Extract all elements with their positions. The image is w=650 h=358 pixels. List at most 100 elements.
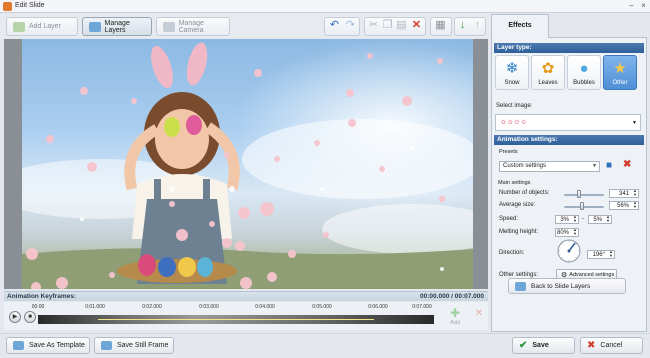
select-image-box[interactable]: ✿ ✿ ✿ ✿ ▼ <box>495 114 641 131</box>
direction-label: Direction: <box>499 250 525 256</box>
number-of-objects-label: Number of objects: <box>499 190 550 196</box>
effects-panel: Effects Layer type: ❄ Snow ✿ Leaves ● Bu… <box>491 14 647 332</box>
layer-type-header: Layer type: <box>494 43 644 53</box>
cancel-icon: ✖ <box>587 340 596 351</box>
move-up-icon[interactable]: ↑ <box>471 19 484 32</box>
add-layer-button[interactable]: Add Layer <box>6 17 78 36</box>
manage-camera-button[interactable]: Manage Camera <box>156 17 230 36</box>
keyframes-time: 00:00.000 / 00:07.000 <box>420 293 484 300</box>
bottom-bar: Save As Template Save Still Frame ✔ Save… <box>0 333 650 358</box>
align-icon[interactable]: ▦ <box>434 19 447 32</box>
tab-effects[interactable]: Effects <box>491 14 549 38</box>
undo-icon[interactable]: ↶ <box>328 19 341 32</box>
timeline-ruler[interactable]: 00:00 0:01.000 0:02.000 0:03.000 0:04.00… <box>32 304 434 330</box>
speed-label: Speed: <box>499 216 519 222</box>
save-as-template-button[interactable]: Save As Template <box>6 337 90 354</box>
melting-height-input[interactable]: 80% ▲ ▼ <box>555 228 579 237</box>
shapes-icon: ★ <box>613 60 627 77</box>
presets-label: Presets <box>499 149 518 155</box>
paste-icon[interactable]: ▤ <box>395 19 408 32</box>
tick-label: 0:01.000 <box>85 304 105 310</box>
spinner-arrows-icon: ▲ ▼ <box>633 200 637 209</box>
spinner-arrows-icon: ▲ ▼ <box>573 227 577 236</box>
number-of-objects-input[interactable]: 341 ▲ ▼ <box>609 189 639 198</box>
tick-label: 0:02.000 <box>142 304 162 310</box>
remove-keyframe-icon: ✕ <box>474 308 484 319</box>
title-bar: Edit Slide – × <box>0 0 650 13</box>
back-to-slide-layers-button[interactable]: Back to Slide Layers <box>508 278 626 294</box>
app-icon <box>3 2 12 11</box>
layer-type-snow[interactable]: ❄ Snow <box>495 55 529 90</box>
save-button[interactable]: ✔ Save <box>512 337 575 354</box>
number-slider-track[interactable] <box>564 194 604 196</box>
cancel-button[interactable]: ✖ Cancel <box>580 337 643 354</box>
layer-type-bubbles[interactable]: ● Bubbles <box>567 55 601 90</box>
petal-image-thumbnails: ✿ ✿ ✿ ✿ <box>501 120 527 126</box>
average-size-input[interactable]: 56% ▲ ▼ <box>609 201 639 210</box>
spinner-arrows-icon: ▲ ▼ <box>573 214 577 223</box>
leaf-icon: ✿ <box>541 60 555 77</box>
play-button[interactable]: ▶ <box>9 311 21 323</box>
stop-button[interactable]: ■ <box>24 311 36 323</box>
slide-photo[interactable] <box>22 39 473 289</box>
tick-label: 00:00 <box>31 304 45 310</box>
layers-icon <box>89 21 101 32</box>
animation-keyframes-bar: Animation Keyframes: 00:00.000 / 00:07.0… <box>4 291 488 301</box>
camera-icon <box>163 21 175 32</box>
tick-label: 0:07.000 <box>412 304 432 310</box>
redo-icon[interactable]: ↷ <box>344 19 357 32</box>
toolbar: Add Layer Manage Layers Manage Camera ↶ … <box>0 14 490 38</box>
frame-icon <box>101 341 112 350</box>
tick-label: 0:03.000 <box>199 304 219 310</box>
layer-type-other[interactable]: ★ Other <box>603 55 637 90</box>
template-icon <box>13 341 24 350</box>
chevron-down-icon: ▼ <box>592 163 597 169</box>
add-keyframe-icon: ✚ <box>449 306 461 320</box>
tick-label: 0:04.000 <box>255 304 275 310</box>
minimize-button[interactable]: – <box>626 1 637 11</box>
move-down-icon[interactable]: ↓ <box>456 19 469 32</box>
tick-label: 0:06.000 <box>368 304 388 310</box>
add-keyframe-button[interactable]: ✚ Add <box>445 307 465 329</box>
spinner-arrows-icon: ▲ ▼ <box>609 249 613 258</box>
preset-dropdown[interactable]: Custom settings ▼ <box>499 161 600 172</box>
check-icon: ✔ <box>519 340 528 351</box>
copy-icon[interactable]: ❐ <box>381 19 394 32</box>
add-layer-icon <box>13 21 25 32</box>
spinner-arrows-icon: ▲ ▼ <box>633 188 637 197</box>
keyframes-label: Animation Keyframes: <box>7 293 76 300</box>
delete-preset-icon[interactable]: ✖ <box>623 159 631 170</box>
average-size-label: Average size: <box>499 202 536 208</box>
number-slider-thumb[interactable] <box>577 190 581 198</box>
size-slider-thumb[interactable] <box>580 202 584 210</box>
remove-keyframe-button[interactable]: ✕ <box>469 307 489 329</box>
spinner-arrows-icon: ▲ ▼ <box>606 214 610 223</box>
speed-min-input[interactable]: 3% ▲ ▼ <box>555 215 579 224</box>
cut-icon[interactable]: ✂ <box>367 19 380 32</box>
direction-input[interactable]: 196° ▲ ▼ <box>587 250 615 259</box>
direction-dial[interactable] <box>556 238 582 264</box>
melting-height-label: Melting height: <box>499 229 539 235</box>
tab-strip <box>548 14 647 38</box>
snowflake-icon: ❄ <box>505 60 519 77</box>
animation-settings-header: Animation settings: <box>494 135 644 145</box>
slide-preview-area <box>4 39 488 289</box>
keyframe-line <box>98 319 374 320</box>
manage-layers-button[interactable]: Manage Layers <box>82 17 152 36</box>
timeline: ▶ ■ 00:00 0:01.000 0:02.000 0:03.000 0:0… <box>4 302 488 330</box>
save-preset-icon[interactable]: ■ <box>606 160 612 171</box>
tick-label: 0:05.000 <box>312 304 332 310</box>
close-window-button[interactable]: × <box>638 1 649 11</box>
speed-max-input[interactable]: 5% ▲ ▼ <box>588 215 612 224</box>
edit-slide-window: Edit Slide – × Add Layer Manage Layers M… <box>0 0 650 358</box>
main-settings-label: Main settings <box>498 180 531 186</box>
window-title: Edit Slide <box>15 2 45 9</box>
select-image-label: Select image: <box>496 103 533 109</box>
save-still-frame-button[interactable]: Save Still Frame <box>94 337 174 354</box>
bubble-icon: ● <box>579 60 589 77</box>
delete-icon[interactable]: ✕ <box>410 19 423 32</box>
speed-separator: - <box>582 216 584 222</box>
chevron-down-icon: ▼ <box>632 120 637 126</box>
layer-type-leaves[interactable]: ✿ Leaves <box>531 55 565 90</box>
size-slider-track[interactable] <box>564 206 604 208</box>
